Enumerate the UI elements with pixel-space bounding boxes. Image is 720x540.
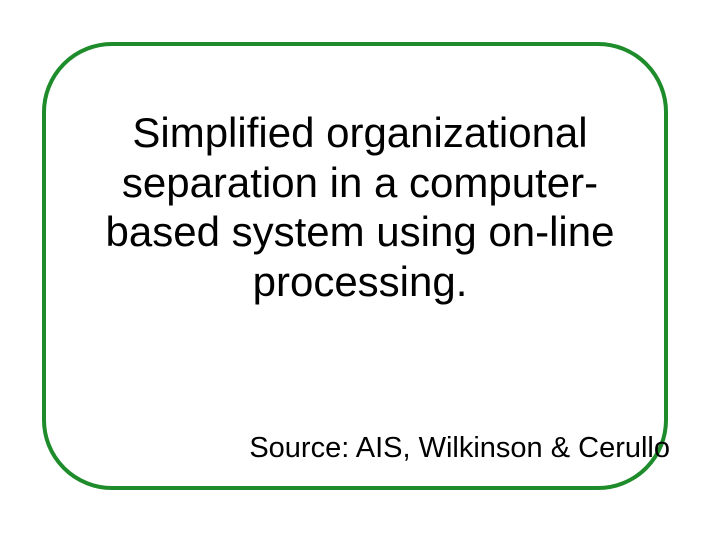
slide-title: Simplified organizational separation in … (70, 108, 650, 306)
source-citation: Source: AIS, Wilkinson & Cerullo (150, 432, 670, 465)
slide: Simplified organizational separation in … (0, 0, 720, 540)
